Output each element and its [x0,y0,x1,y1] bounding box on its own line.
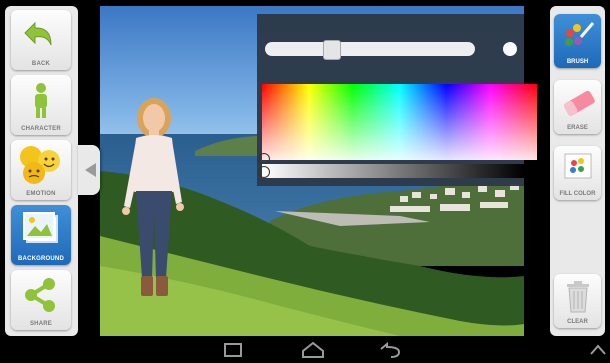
character-button[interactable]: CHARACTER [11,75,71,135]
erase-label: ERASE [567,125,588,131]
brush-button[interactable]: BRUSH [554,14,601,68]
clear-button[interactable]: CLEAR [554,274,601,328]
home-icon[interactable] [300,341,326,359]
color-spectrum[interactable] [262,84,537,160]
right-toolbar: BRUSH ERASE FILL COLOR CLEAR [550,6,605,336]
brush-label: BRUSH [566,59,589,65]
share-icon [25,278,55,312]
back-button[interactable]: BACK [11,10,71,70]
left-toolbar: BACK CHARACTER EMOTION BACKGROUND SHARE [5,6,78,336]
erase-button[interactable]: ERASE [554,80,601,134]
collapse-sidebar-tab[interactable] [78,145,100,195]
fill-color-button[interactable]: FILL COLOR [554,146,601,200]
character-icon [35,83,47,118]
brush-icon [565,22,595,46]
eraser-icon [563,90,595,116]
character-label: CHARACTER [21,126,61,132]
recents-icon[interactable] [222,341,244,359]
back-label: BACK [31,61,51,67]
brightness-selector-ring[interactable] [258,166,270,178]
brightness-bar[interactable] [262,164,524,178]
menu-up-icon[interactable] [588,341,608,359]
clear-label: CLEAR [567,319,588,325]
fill-color-icon [564,153,592,179]
app-screen: BACK CHARACTER EMOTION BACKGROUND SHARE … [0,0,610,363]
brush-size-thumb[interactable] [323,40,342,60]
background-label: BACKGROUND [18,256,64,262]
fill-color-label: FILL COLOR [559,191,596,197]
brush-preview-dot [503,42,517,56]
back-arrow-icon [24,21,52,46]
arrow-left-icon [85,163,96,177]
background-icon [23,212,58,243]
back-icon[interactable] [377,341,403,359]
system-nav-bar [0,337,610,363]
emotion-label: EMOTION [26,191,56,197]
background-button[interactable]: BACKGROUND [11,205,71,265]
emotion-button[interactable]: EMOTION [11,140,71,200]
trash-icon [567,281,589,313]
brush-size-slider[interactable] [265,42,475,56]
share-button[interactable]: SHARE [11,270,71,330]
share-label: SHARE [29,321,52,327]
emotion-icon [20,146,60,184]
